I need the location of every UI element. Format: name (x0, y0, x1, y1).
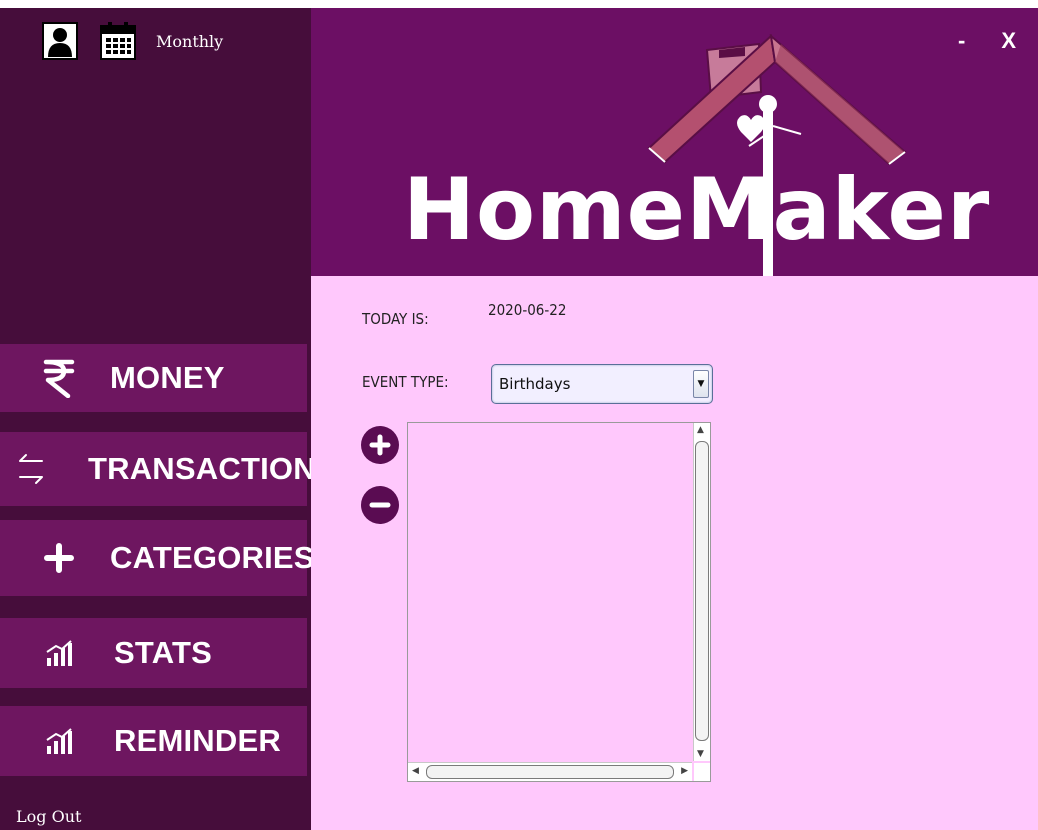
scroll-left-icon[interactable]: ◀ (412, 766, 419, 776)
plus-icon (38, 537, 80, 579)
reminder-panel: TODAY IS: 2020-06-22 EVENT TYPE: Birthda… (311, 276, 1038, 830)
nav-label-money: MONEY (110, 360, 225, 395)
logout-link[interactable]: Log Out (16, 807, 81, 826)
app-logo-text: HomeMaker (403, 160, 991, 260)
window-controls: - X (958, 30, 1016, 52)
rupee-icon (38, 357, 80, 399)
chevron-down-icon[interactable]: ▼ (693, 370, 709, 398)
nav-label-reminder: REMINDER (114, 723, 281, 758)
sidebar: Monthly MONEY TRANSACTIONS CATEGORIES ST… (0, 8, 336, 830)
event-type-selected-value: Birthdays (499, 375, 571, 393)
minimize-button[interactable]: - (958, 30, 965, 52)
nav-label-categories: CATEGORIES (110, 540, 315, 575)
nav-label-transactions: TRANSACTIONS (88, 451, 337, 486)
vertical-scroll-thumb[interactable] (695, 441, 709, 741)
today-label: TODAY IS: (362, 310, 429, 328)
view-mode-label[interactable]: Monthly (156, 32, 223, 51)
horizontal-scrollbar[interactable]: ◀ ▶ (408, 762, 692, 781)
bar-chart-icon (38, 632, 80, 674)
nav-item-money[interactable]: MONEY (0, 344, 307, 412)
app-window: Monthly MONEY TRANSACTIONS CATEGORIES ST… (0, 8, 1038, 830)
transfer-arrows-icon (10, 448, 52, 490)
event-type-dropdown[interactable]: Birthdays ▼ (491, 364, 713, 404)
remove-event-button[interactable] (361, 486, 399, 524)
bar-chart-icon (38, 720, 80, 762)
nav-item-categories[interactable]: CATEGORIES (0, 520, 314, 596)
vertical-scrollbar[interactable]: ▲ ▼ (693, 423, 710, 761)
nav-item-reminder[interactable]: REMINDER (0, 706, 307, 776)
scroll-right-icon[interactable]: ▶ (681, 766, 688, 776)
header-banner: - X HomeMaker (311, 8, 1038, 282)
nav-item-stats[interactable]: STATS (0, 618, 307, 688)
today-date-value: 2020-06-22 (488, 301, 567, 319)
scroll-up-icon[interactable]: ▲ (697, 425, 704, 435)
add-event-button[interactable] (361, 426, 399, 464)
close-button[interactable]: X (1001, 30, 1016, 52)
event-type-label: EVENT TYPE: (362, 373, 449, 391)
user-profile-icon[interactable] (42, 22, 78, 60)
nav-item-transactions[interactable]: TRANSACTIONS (0, 432, 336, 506)
scroll-down-icon[interactable]: ▼ (697, 749, 704, 759)
plus-icon (369, 434, 391, 456)
calendar-icon[interactable] (100, 22, 136, 60)
event-list[interactable]: ▲ ▼ ◀ ▶ (407, 422, 711, 782)
horizontal-scroll-thumb[interactable] (426, 765, 674, 779)
scroll-corner (694, 763, 710, 781)
nav-label-stats: STATS (114, 635, 213, 670)
minus-icon (369, 502, 391, 508)
